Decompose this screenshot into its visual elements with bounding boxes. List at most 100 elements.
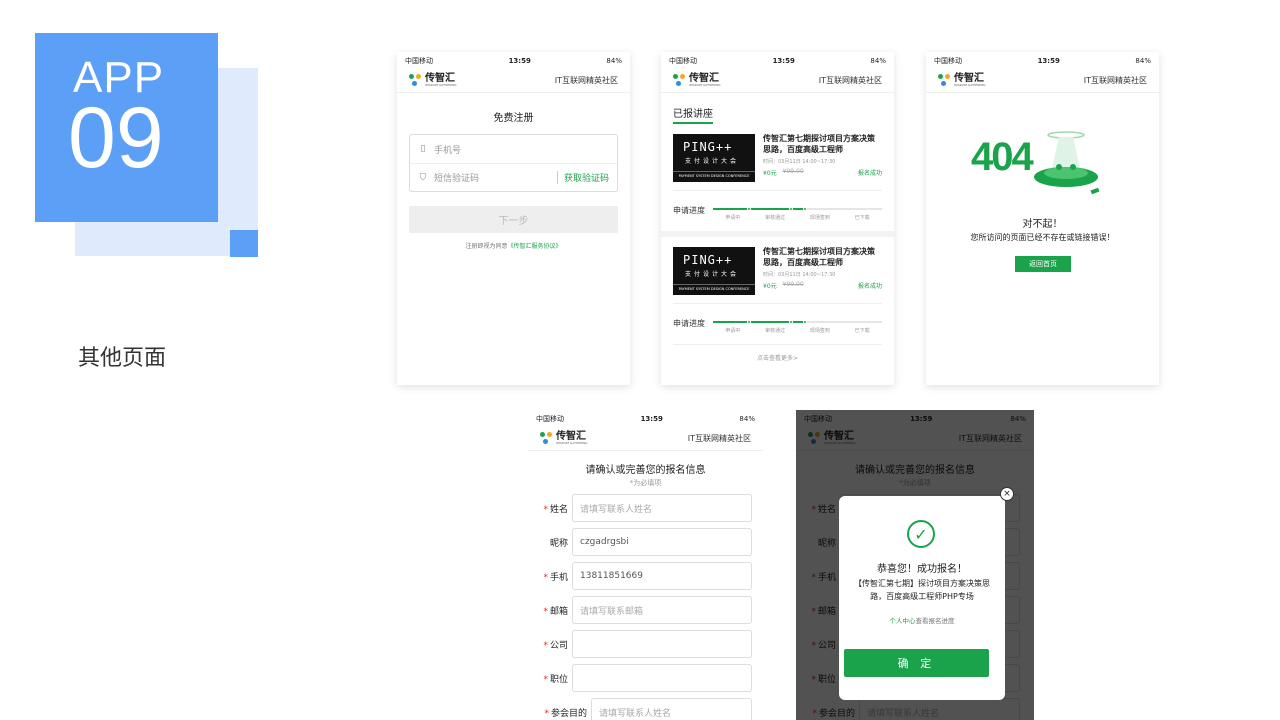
badge-number: 09 bbox=[68, 90, 164, 186]
position-input[interactable] bbox=[572, 664, 752, 692]
logo-subtext: WISDOM GATHERING bbox=[689, 83, 721, 87]
battery: 84% bbox=[606, 56, 622, 65]
nickname-input[interactable]: czgadrgsbi bbox=[572, 528, 752, 556]
app-header: 传智汇 WISDOM GATHERING IT互联网精英社区 bbox=[926, 69, 1159, 93]
form-row-phone: * 手机 13811851669 bbox=[528, 562, 763, 590]
get-code-button[interactable]: 获取验证码 bbox=[556, 171, 609, 184]
logo[interactable]: 传智汇 WISDOM GATHERING bbox=[938, 74, 986, 87]
logo[interactable]: 传智汇 WISDOM GATHERING bbox=[409, 74, 457, 87]
app-header: 传智汇 WISDOM GATHERING IT互联网精英社区 bbox=[528, 427, 763, 451]
agreement-link[interactable]: 《传智汇服务协议》 bbox=[508, 243, 562, 250]
form-title: 请确认或完善您的报名信息 bbox=[585, 465, 706, 476]
logo-icon bbox=[540, 432, 553, 445]
form-row-position: *职位 bbox=[528, 664, 763, 692]
phone-signup-success: 中国移动 13:59 84% 传智汇 WISDOM GATHERING IT互联… bbox=[796, 410, 1034, 720]
carrier: 中国移动 bbox=[405, 56, 433, 65]
progress-label: 申请进度 bbox=[673, 319, 705, 328]
purpose-input[interactable]: 请填写联系人姓名 bbox=[591, 698, 752, 720]
clock: 13:59 bbox=[640, 414, 663, 423]
logo-subtext: WISDOM GATHERING bbox=[556, 441, 588, 445]
step-label: 申请中 bbox=[725, 328, 741, 334]
agreement-text: 注册即视为同意《传智汇服务协议》 bbox=[397, 241, 630, 250]
phone-signup-form: 中国移动 13:59 84% 传智汇 WISDOM GATHERING IT互联… bbox=[528, 410, 763, 720]
register-title: 免费注册 bbox=[493, 113, 534, 124]
field-label: 姓名 bbox=[549, 504, 568, 515]
lecture-card[interactable]: PING++ 支付设计大会 PAYMENT SYSTEM DESIGN CONF… bbox=[661, 124, 894, 182]
confirm-button[interactable]: 确 定 bbox=[844, 649, 989, 677]
modal-description: 【传智汇第七期】探讨项目方案决策思路，百度高级工程师PHP专场 bbox=[854, 579, 990, 601]
sms-code-field[interactable]: ⛉ 短信验证码 获取验证码 bbox=[410, 163, 617, 191]
progress-dot bbox=[802, 207, 807, 211]
field-label: 职位 bbox=[549, 674, 568, 685]
progress-dot bbox=[789, 320, 794, 324]
form-row-nickname: 昵称 czgadrgsbi bbox=[528, 528, 763, 556]
lecture-image-subtitle: 支付设计大会 bbox=[685, 271, 740, 278]
name-input[interactable]: 请填写联系人姓名 bbox=[572, 494, 752, 522]
lecture-image-caption: PAYMENT SYSTEM DESIGN CONFERENCE bbox=[673, 284, 755, 291]
agreement-prefix: 注册即视为同意 bbox=[465, 243, 508, 250]
modal-link-suffix: 查看报名进度 bbox=[915, 617, 955, 625]
close-icon[interactable]: × bbox=[1000, 487, 1014, 501]
logo[interactable]: 传智汇 WISDOM GATHERING bbox=[673, 74, 721, 87]
ufo-illustration bbox=[1034, 131, 1100, 195]
badge-accent-square bbox=[230, 230, 258, 257]
required-star: * bbox=[543, 572, 548, 583]
phone-register: 中国移动 13:59 84% 传智汇 WISDOM GATHERING IT互联… bbox=[397, 52, 630, 385]
personal-center-link[interactable]: 个人中心 bbox=[890, 617, 916, 625]
tab-registered-lectures[interactable]: 已报讲座 bbox=[673, 105, 713, 124]
status-badge: 报名成功 bbox=[857, 169, 882, 177]
step-label: 现场签到 bbox=[809, 328, 830, 334]
lecture-card[interactable]: PING++ 支付设计大会 PAYMENT SYSTEM DESIGN CONF… bbox=[661, 237, 894, 295]
phone-input[interactable]: 13811851669 bbox=[572, 562, 752, 590]
field-label: 参会目的 bbox=[550, 708, 587, 719]
back-home-button[interactable]: 返回首页 bbox=[1015, 256, 1071, 272]
phone-field[interactable]: ▯ 手机号 bbox=[410, 135, 617, 163]
lecture-image: PING++ 支付设计大会 PAYMENT SYSTEM DESIGN CONF… bbox=[673, 134, 755, 182]
check-circle-icon: ✓ bbox=[907, 520, 935, 548]
progress-label: 申请进度 bbox=[673, 206, 705, 215]
step-label: 审核通过 bbox=[765, 215, 786, 221]
lecture-image-subtitle: 支付设计大会 bbox=[685, 158, 740, 165]
not-found-message: 您所访问的页面已经不存在或链接错误！ bbox=[970, 233, 1115, 242]
divider bbox=[673, 303, 882, 304]
community-label: IT互联网精英社区 bbox=[554, 76, 618, 85]
app-header: 传智汇 WISDOM GATHERING IT互联网精英社区 bbox=[661, 69, 894, 93]
field-label: 昵称 bbox=[549, 538, 568, 549]
section-title: 其他页面 bbox=[78, 346, 167, 371]
required-star: * bbox=[543, 606, 548, 617]
lecture-image-caption: PAYMENT SYSTEM DESIGN CONFERENCE bbox=[673, 171, 755, 178]
progress-track: 申请中 审核通过 现场签到 已下载 bbox=[713, 205, 882, 223]
company-input[interactable] bbox=[572, 630, 752, 658]
battery: 84% bbox=[870, 56, 886, 65]
lecture-old-price: ¥99.00 bbox=[782, 280, 804, 288]
app-badge: APP 09 bbox=[35, 33, 218, 222]
clock: 13:59 bbox=[772, 56, 795, 65]
lecture-image: PING++ 支付设计大会 PAYMENT SYSTEM DESIGN CONF… bbox=[673, 247, 755, 295]
divider bbox=[673, 190, 882, 191]
status-bar: 中国移动 13:59 84% bbox=[661, 52, 894, 69]
carrier: 中国移动 bbox=[536, 414, 564, 423]
carrier: 中国移动 bbox=[934, 56, 962, 65]
phone-placeholder: 手机号 bbox=[434, 145, 462, 156]
status-badge: 报名成功 bbox=[857, 282, 882, 290]
view-more-link[interactable]: 点击查看更多> bbox=[661, 353, 894, 362]
step-label: 已下载 bbox=[854, 328, 870, 334]
logo[interactable]: 传智汇 WISDOM GATHERING bbox=[540, 432, 588, 445]
lecture-title: 传智汇第七期探讨项目方案决策思路，百度高级工程师 bbox=[763, 247, 875, 267]
logo-icon bbox=[673, 74, 686, 87]
step-label: 审核通过 bbox=[765, 328, 786, 334]
email-input[interactable]: 请填写联系邮箱 bbox=[572, 596, 752, 624]
next-step-button[interactable]: 下一步 bbox=[409, 206, 618, 233]
community-label: IT互联网精英社区 bbox=[687, 434, 751, 443]
clock: 13:59 bbox=[508, 56, 531, 65]
lecture-price: ¥0元 bbox=[763, 169, 777, 177]
required-note: *为必填项 bbox=[629, 479, 662, 487]
lecture-old-price: ¥99.00 bbox=[782, 167, 804, 175]
modal-link-text: 个人中心查看报名进度 bbox=[839, 615, 1005, 625]
register-form: ▯ 手机号 ⛉ 短信验证码 获取验证码 bbox=[409, 134, 618, 192]
battery: 84% bbox=[1135, 56, 1151, 65]
lecture-title: 传智汇第七期探讨项目方案决策思路，百度高级工程师 bbox=[763, 134, 875, 154]
progress-dot bbox=[789, 207, 794, 211]
phone-lectures: 中国移动 13:59 84% 传智汇 WISDOM GATHERING IT互联… bbox=[661, 52, 894, 385]
lecture-time: 时间：03月11日 14:00~17:30 bbox=[763, 271, 836, 278]
